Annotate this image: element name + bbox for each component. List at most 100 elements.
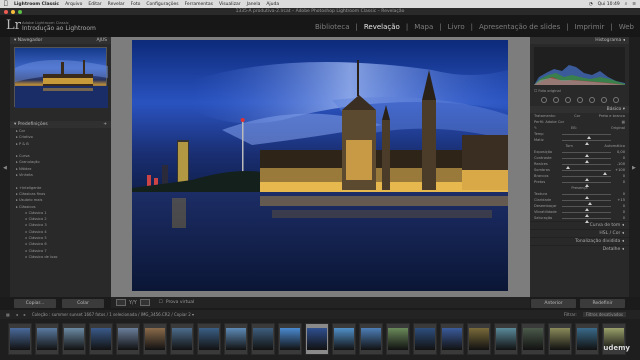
presets-header[interactable]: ▾ Predefinições + — [10, 121, 111, 128]
slider-track[interactable] — [562, 212, 611, 217]
loupe-view-icon[interactable] — [116, 299, 126, 306]
menu-arquivo[interactable]: Arquivo — [65, 2, 82, 7]
slider-track[interactable] — [562, 218, 611, 223]
section-tone-curve[interactable]: Curva de tom ◂ — [530, 221, 629, 229]
filmstrip-thumbnail[interactable] — [170, 323, 194, 355]
before-after-icon[interactable] — [139, 299, 150, 306]
filmstrip-thumbnail[interactable] — [305, 323, 329, 355]
filmstrip-thumbnail[interactable] — [197, 323, 221, 355]
graduated-filter-icon[interactable] — [588, 97, 595, 103]
original-photo-checkbox[interactable]: ☐ — [534, 89, 537, 93]
module-imprimir[interactable]: Imprimir — [575, 23, 605, 31]
section-detail[interactable]: Detalhe ◂ — [530, 245, 629, 253]
slider-knob[interactable] — [585, 141, 590, 145]
section-hsl[interactable]: HSL / Cor ◂ — [530, 229, 629, 237]
menu-editar[interactable]: Editar — [88, 2, 101, 7]
collapse-left-icon[interactable]: ◀ — [3, 165, 7, 171]
reset-button[interactable]: Redefinir — [580, 299, 625, 308]
adjustment-brush-icon[interactable] — [612, 97, 619, 103]
filmstrip-thumbnail[interactable] — [440, 323, 464, 355]
collapse-right-icon[interactable]: ▶ — [632, 165, 636, 171]
slider-track[interactable] — [562, 134, 611, 139]
filmstrip-thumbnail[interactable] — [35, 323, 59, 355]
slider-knob[interactable] — [584, 183, 589, 187]
profile-select[interactable]: Adobe Cor — [545, 120, 564, 124]
before-after-label[interactable]: Y/Y — [129, 300, 137, 306]
left-panel-edge[interactable]: ◀ — [0, 37, 10, 297]
filmstrip-thumbnail[interactable] — [62, 323, 86, 355]
slider-track[interactable] — [562, 164, 611, 169]
slider-track[interactable] — [562, 206, 611, 211]
menu-list-icon[interactable]: ≡ — [632, 2, 636, 7]
previous-button[interactable]: Anterior — [531, 299, 576, 308]
filmstrip-thumbnail[interactable] — [413, 323, 437, 355]
filmstrip-thumbnail[interactable] — [251, 323, 275, 355]
slider-track[interactable] — [562, 200, 611, 205]
zoom-window-button[interactable] — [18, 9, 22, 14]
filmstrip-info[interactable]: Coleção : summer sunset 1667 fotos / 1 s… — [32, 312, 194, 317]
module-livro[interactable]: Livro — [448, 23, 465, 31]
filter-select[interactable]: Filtros desativados — [582, 312, 626, 317]
histogram-header[interactable]: Histograma ◂ — [530, 37, 629, 44]
module-apresentacao[interactable]: Apresentação de slides — [479, 23, 560, 31]
filmstrip-thumbnail[interactable] — [359, 323, 383, 355]
minimize-window-button[interactable] — [11, 9, 15, 14]
filmstrip-thumbnail[interactable] — [89, 323, 113, 355]
main-photo[interactable] — [132, 40, 508, 291]
menu-foto[interactable]: Foto — [131, 2, 141, 7]
filmstrip-thumbnail[interactable] — [8, 323, 32, 355]
close-window-button[interactable] — [4, 9, 8, 14]
soft-proof-checkbox[interactable]: ☐ — [159, 300, 163, 305]
slider-track[interactable] — [562, 182, 611, 187]
module-revelacao[interactable]: Revelação — [364, 23, 400, 31]
filmstrip-thumbnail[interactable] — [386, 323, 410, 355]
red-eye-icon[interactable] — [576, 97, 583, 103]
menu-app[interactable]: Lightroom Classic — [14, 2, 59, 7]
menu-ferramentas[interactable]: Ferramentas — [185, 2, 213, 7]
filmstrip-thumbnail[interactable] — [116, 323, 140, 355]
filmstrip-thumbnail[interactable] — [548, 323, 572, 355]
spot-removal-icon[interactable] — [564, 97, 571, 103]
paste-button[interactable]: Colar — [62, 299, 104, 308]
crop-tool-icon[interactable] — [552, 97, 559, 103]
filmstrip-thumbnail[interactable] — [467, 323, 491, 355]
histogram[interactable] — [534, 47, 625, 85]
slider-track[interactable] — [562, 170, 611, 175]
slider-track[interactable] — [562, 158, 611, 163]
filmstrip-thumbnail[interactable] — [521, 323, 545, 355]
clock[interactable]: Qui 10:49 — [598, 2, 620, 7]
radial-filter-icon[interactable] — [600, 97, 607, 103]
slider-track[interactable] — [562, 152, 611, 157]
filmstrip-thumbnail[interactable] — [494, 323, 518, 355]
menu-configuracoes[interactable]: Configurações — [146, 2, 178, 7]
filmstrip-thumbnail[interactable] — [575, 323, 599, 355]
slider-track[interactable] — [562, 176, 611, 181]
module-mapa[interactable]: Mapa — [414, 23, 433, 31]
filmstrip-thumbnail[interactable] — [143, 323, 167, 355]
preset-item[interactable]: ▫ Clássico de luxo — [16, 254, 111, 260]
filmstrip-thumbnail[interactable] — [224, 323, 248, 355]
filmstrip-thumbnail[interactable] — [332, 323, 356, 355]
module-web[interactable]: Web — [619, 23, 634, 31]
menu-ajuda[interactable]: Ajuda — [266, 2, 279, 7]
apple-menu-icon[interactable]:  — [4, 0, 8, 8]
grid-tool-icon[interactable] — [540, 97, 547, 103]
basic-header[interactable]: Básico ▾ — [530, 106, 629, 113]
filmstrip-grid-icon[interactable]: ▦ — [6, 312, 10, 317]
treatment-color[interactable]: Cor — [574, 113, 580, 119]
slider-value[interactable]: 0 — [623, 215, 625, 221]
copy-button[interactable]: Copiar... — [14, 299, 56, 308]
slider-track[interactable] — [562, 194, 611, 199]
menu-revelar[interactable]: Revelar — [108, 2, 125, 7]
add-preset-icon[interactable]: + — [103, 122, 107, 127]
wifi-icon[interactable]: ◔ — [589, 2, 593, 7]
slider-track[interactable] — [562, 140, 611, 145]
forward-icon[interactable]: ▸ — [24, 312, 26, 317]
right-panel-edge[interactable]: ▶ — [629, 37, 640, 297]
navigator-zoom[interactable]: AJUS — [96, 38, 107, 43]
menu-janela[interactable]: Janela — [247, 2, 261, 7]
slider-knob[interactable] — [584, 219, 589, 223]
back-icon[interactable]: ◂ — [16, 312, 18, 317]
slider-value[interactable]: 0 — [623, 179, 625, 185]
search-icon[interactable]: ⌕ — [625, 1, 628, 7]
